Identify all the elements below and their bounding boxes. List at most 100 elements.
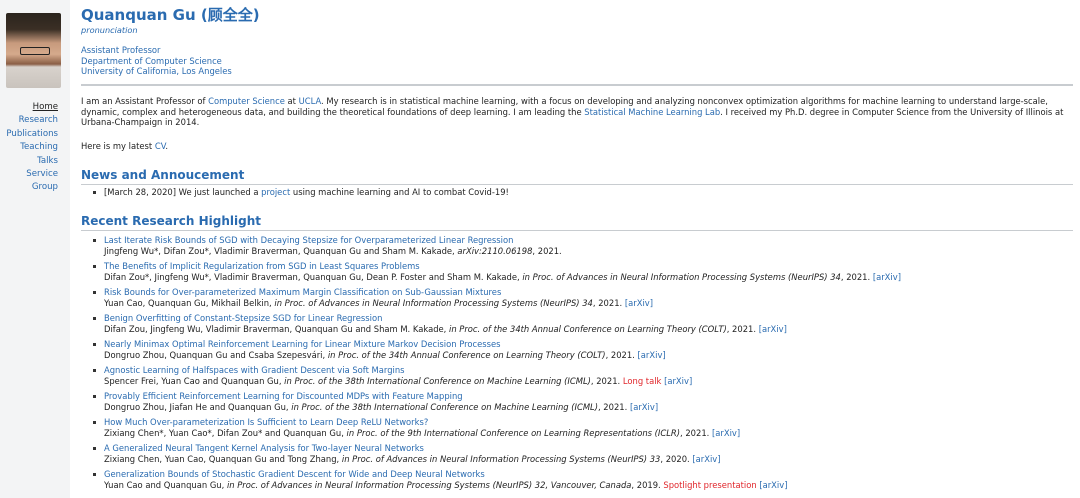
cv-line: Here is my latest CV.: [81, 141, 168, 152]
publication-title-link[interactable]: Risk Bounds for Over-parameterized Maxim…: [104, 287, 1071, 298]
publication-venue: in Proc. of the 34th Annual Conference o…: [449, 323, 727, 334]
publication-year: , 2021.: [592, 297, 625, 308]
publication-item: Provably Efficient Reinforcement Learnin…: [91, 391, 1071, 417]
arxiv-link[interactable]: [arXiv]: [638, 350, 666, 360]
project-link[interactable]: project: [261, 187, 290, 197]
publication-citation: Zixiang Chen*, Yuan Cao*, Difan Zou* and…: [104, 428, 1071, 439]
publication-year: , 2021.: [605, 349, 638, 360]
arxiv-link[interactable]: [arXiv]: [759, 480, 787, 490]
nav-publications[interactable]: Publications: [6, 128, 58, 141]
cs-link[interactable]: Computer Science: [208, 96, 285, 106]
publication-authors: Dongruo Zhou, Jiafan He and Quanquan Gu,: [104, 401, 292, 412]
affiliation-university: University of California, Los Angeles: [81, 66, 232, 76]
publication-venue: in Proc. of Advances in Neural Informati…: [341, 453, 661, 464]
nav-service[interactable]: Service: [6, 168, 58, 181]
publication-item: Agnostic Learning of Halfspaces with Gra…: [91, 365, 1071, 391]
publication-authors: Zixiang Chen*, Yuan Cao*, Difan Zou* and…: [104, 427, 347, 438]
intro-text: I am an Assistant Professor of: [81, 96, 209, 106]
publication-citation: Zixiang Chen, Yuan Cao, Quanquan Gu and …: [104, 454, 1071, 465]
publication-venue: in Proc. of the 38th International Confe…: [291, 401, 598, 412]
publication-item: How Much Over-parameterization Is Suffic…: [91, 417, 1071, 443]
publication-citation: Difan Zou*, Jingfeng Wu*, Vladimir Brave…: [104, 272, 1071, 283]
news-text: using machine learning and AI to combat …: [290, 187, 509, 197]
arxiv-link[interactable]: [arXiv]: [712, 428, 740, 438]
news-heading: News and Annoucement: [81, 168, 1073, 185]
publication-item: Last Iterate Risk Bounds of SGD with Dec…: [91, 235, 1071, 261]
research-heading: Recent Research Highlight: [81, 214, 1073, 231]
publication-citation: Dongruo Zhou, Jiafan He and Quanquan Gu,…: [104, 402, 1071, 413]
news-text: [March 28, 2020] We just launched a: [104, 187, 262, 197]
publication-citation: Difan Zou, Jingfeng Wu, Vladimir Braverm…: [104, 324, 1071, 335]
cv-link[interactable]: CV: [155, 141, 166, 151]
publication-venue: in Proc. of Advances in Neural Informati…: [226, 479, 632, 490]
publication-year: , 2021.: [597, 401, 630, 412]
publication-item: The Benefits of Implicit Regularization …: [91, 261, 1071, 287]
publication-authors: Dongruo Zhou, Quanquan Gu and Csaba Szep…: [104, 349, 328, 360]
publication-title-link[interactable]: Benign Overfitting of Constant-Stepsize …: [104, 313, 1071, 324]
publication-title-link[interactable]: Provably Efficient Reinforcement Learnin…: [104, 391, 1071, 402]
publication-year: , 2021.: [590, 375, 623, 386]
publication-item: Benign Overfitting of Constant-Stepsize …: [91, 313, 1071, 339]
publication-title-link[interactable]: Generalization Bounds of Stochastic Grad…: [104, 469, 1071, 480]
pronunciation-link[interactable]: pronunciation: [81, 25, 138, 35]
publication-citation: Spencer Frei, Yuan Cao and Quanquan Gu, …: [104, 376, 1071, 387]
nav-home[interactable]: Home: [6, 101, 58, 114]
nav-research[interactable]: Research: [6, 114, 58, 127]
intro-paragraph: I am an Assistant Professor of Computer …: [81, 96, 1066, 128]
arxiv-link[interactable]: [arXiv]: [692, 454, 720, 464]
nav-teaching[interactable]: Teaching: [6, 141, 58, 154]
publication-title-link[interactable]: Last Iterate Risk Bounds of SGD with Dec…: [104, 235, 1071, 246]
affiliation: Assistant Professor Department of Comput…: [81, 45, 232, 77]
publication-title-link[interactable]: Nearly Minimax Optimal Reinforcement Lea…: [104, 339, 1071, 350]
lab-link[interactable]: Statistical Machine Learning Lab: [584, 107, 720, 117]
publication-year: , 2021.: [532, 245, 562, 256]
publication-authors: Yuan Cao, Quanquan Gu, Mikhail Belkin,: [104, 297, 275, 308]
arxiv-link[interactable]: [arXiv]: [625, 298, 653, 308]
publication-venue: in Proc. of Advances in Neural Informati…: [274, 297, 593, 308]
cv-text: Here is my latest: [81, 141, 155, 151]
publication-title-link[interactable]: The Benefits of Implicit Regularization …: [104, 261, 1071, 272]
ucla-link[interactable]: UCLA: [299, 96, 321, 106]
publication-venue: arXiv:2110.06198: [457, 245, 533, 256]
publication-authors: Yuan Cao and Quanquan Gu,: [104, 479, 227, 490]
arxiv-link[interactable]: [arXiv]: [630, 402, 658, 412]
publication-year: , 2019.: [631, 479, 664, 490]
sidebar: Home Research Publications Teaching Talk…: [0, 0, 70, 498]
nav-menu: Home Research Publications Teaching Talk…: [6, 101, 58, 195]
profile-photo: [6, 13, 61, 88]
publication-authors: Difan Zou, Jingfeng Wu, Vladimir Braverm…: [104, 323, 449, 334]
intro-text: at: [284, 96, 299, 106]
nav-group[interactable]: Group: [6, 181, 58, 194]
publication-year: , 2021.: [840, 271, 873, 282]
publication-year: , 2021.: [726, 323, 759, 334]
publication-title-link[interactable]: A Generalized Neural Tangent Kernel Anal…: [104, 443, 1071, 454]
publication-year: , 2021.: [680, 427, 712, 438]
divider: [81, 84, 1073, 86]
publication-authors: Zixiang Chen, Yuan Cao, Quanquan Gu and …: [104, 453, 342, 464]
news-item: [March 28, 2020] We just launched a proj…: [91, 187, 1071, 198]
publication-authors: Spencer Frei, Yuan Cao and Quanquan Gu,: [104, 375, 285, 386]
arxiv-link[interactable]: [arXiv]: [759, 324, 787, 334]
publication-title-link[interactable]: How Much Over-parameterization Is Suffic…: [104, 417, 1071, 428]
publication-venue: in Proc. of the 34th Annual Conference o…: [327, 349, 606, 360]
affiliation-department: Department of Computer Science: [81, 55, 222, 66]
cv-text: .: [165, 141, 169, 151]
publication-item: Risk Bounds for Over-parameterized Maxim…: [91, 287, 1071, 313]
arxiv-link[interactable]: [arXiv]: [664, 376, 692, 386]
publication-authors: Difan Zou*, Jingfeng Wu*, Vladimir Brave…: [104, 271, 523, 282]
publication-citation: Jingfeng Wu*, Difan Zou*, Vladimir Brave…: [104, 246, 1071, 257]
publication-authors: Jingfeng Wu*, Difan Zou*, Vladimir Brave…: [104, 245, 458, 256]
affiliation-title: Assistant Professor: [81, 45, 161, 55]
publication-item: Nearly Minimax Optimal Reinforcement Lea…: [91, 339, 1071, 365]
nav-talks[interactable]: Talks: [6, 155, 58, 168]
publication-venue: in Proc. of Advances in Neural Informati…: [522, 271, 841, 282]
publication-citation: Yuan Cao, Quanquan Gu, Mikhail Belkin, i…: [104, 298, 1071, 309]
arxiv-link[interactable]: [arXiv]: [873, 272, 901, 282]
publication-citation: Dongruo Zhou, Quanquan Gu and Csaba Szep…: [104, 350, 1071, 361]
publication-title-link[interactable]: Agnostic Learning of Halfspaces with Gra…: [104, 365, 1071, 376]
publication-list: Last Iterate Risk Bounds of SGD with Dec…: [91, 235, 1071, 495]
award-badge: Long talk: [622, 375, 662, 386]
publication-year: , 2020.: [660, 453, 693, 464]
award-badge: Spotlight presentation: [663, 479, 757, 490]
page-title: Quanquan Gu (顾全全): [81, 6, 260, 24]
